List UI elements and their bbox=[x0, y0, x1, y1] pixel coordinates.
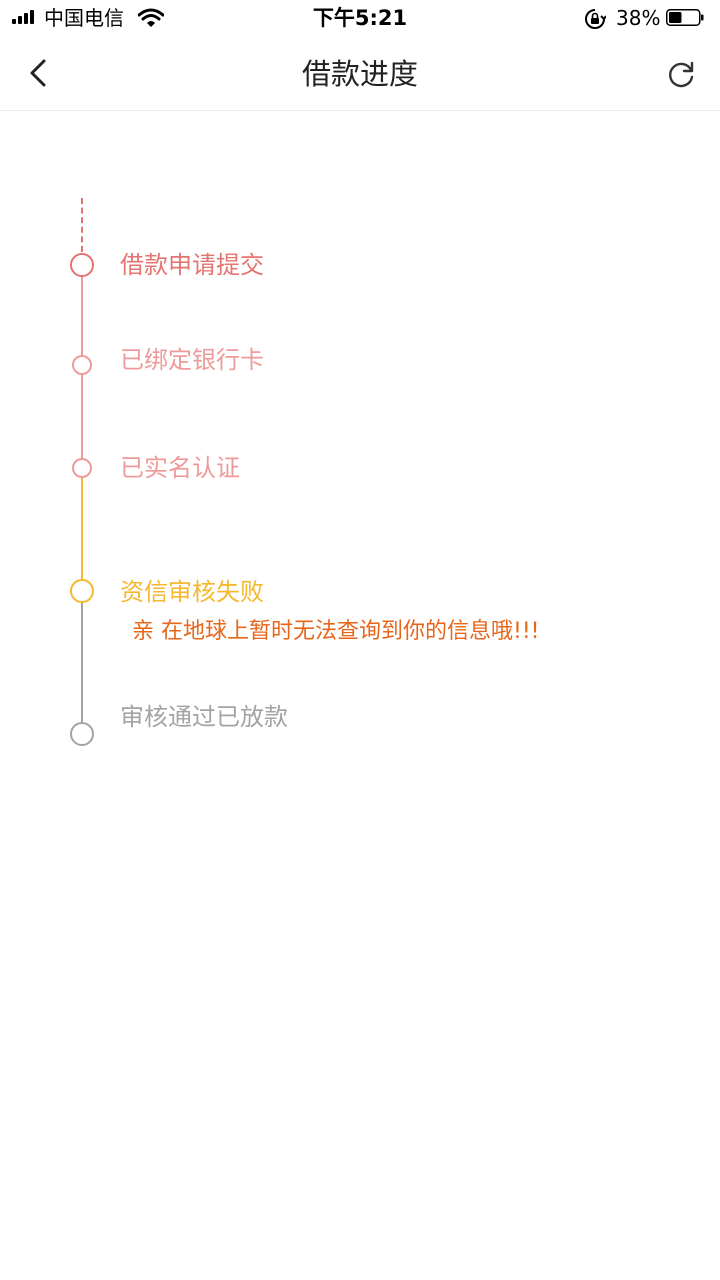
step-1-dot bbox=[70, 253, 94, 277]
step-3-dot bbox=[72, 458, 92, 478]
step-3-label: 已实名认证 bbox=[120, 454, 240, 482]
timeline-line-4 bbox=[81, 603, 83, 722]
step-4-failure-message: 亲 在地球上暂时无法查询到你的信息哦!!! bbox=[132, 619, 540, 644]
step-5-dot bbox=[70, 722, 94, 746]
timeline-dashed-start bbox=[81, 198, 83, 252]
loan-progress-timeline: 借款申请提交 已绑定银行卡 已实名认证 资信审核失败 亲 在地球上暂时无法查询到… bbox=[0, 0, 720, 1280]
timeline-line-2 bbox=[81, 374, 83, 458]
step-5-label: 审核通过已放款 bbox=[120, 703, 288, 731]
step-2-label: 已绑定银行卡 bbox=[120, 346, 264, 374]
step-4-label: 资信审核失败 bbox=[120, 578, 264, 606]
step-2-dot bbox=[72, 355, 92, 375]
step-1-label: 借款申请提交 bbox=[120, 251, 264, 279]
timeline-line-3 bbox=[81, 477, 83, 579]
step-4-dot bbox=[70, 579, 94, 603]
timeline-line-1 bbox=[81, 277, 83, 355]
